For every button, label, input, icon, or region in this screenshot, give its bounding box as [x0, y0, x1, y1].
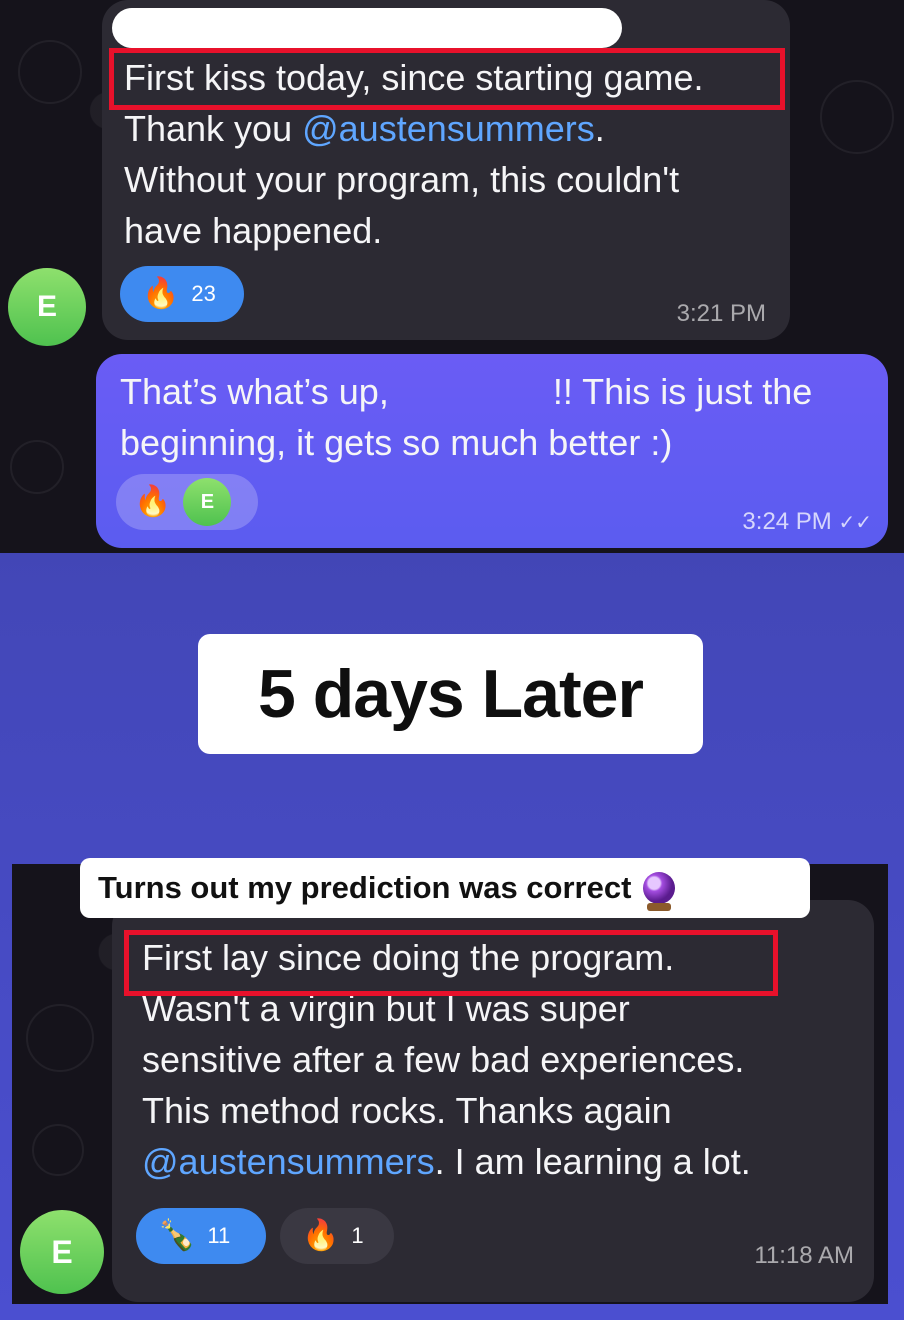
caption-text: Turns out my prediction was correct [98, 870, 632, 905]
caption-card: Turns out my prediction was correct [80, 858, 810, 918]
avatar-letter: E [200, 490, 215, 513]
sender-avatar[interactable]: E [20, 1210, 104, 1294]
message-text: That’s what’s up, !! This is just the beg… [120, 366, 812, 468]
reaction-count: 1 [351, 1223, 364, 1248]
read-check-icon: ✓✓ [838, 512, 872, 534]
time-divider-card: 5 days Later [198, 634, 703, 754]
mention-suffix: . [594, 108, 605, 149]
reactor-avatar: E [183, 478, 232, 526]
incoming-message-bubble[interactable]: First kiss today, since starting game. T… [102, 0, 790, 340]
message-time-text: 3:24 PM [742, 508, 832, 535]
sender-avatar[interactable]: E [8, 268, 86, 346]
message-time: 3:21 PM [676, 300, 766, 327]
reaction-count: 23 [191, 281, 216, 306]
reaction-fire[interactable]: 🔥 1 [280, 1208, 394, 1264]
message-line-1-start: That’s what’s up, [120, 371, 389, 412]
reaction-count: 11 [207, 1223, 231, 1248]
fire-icon: 🔥 [134, 485, 172, 518]
mention-link[interactable]: @austensummers [302, 108, 595, 149]
message-line-2: Thank you [124, 108, 303, 149]
background-doodle [820, 80, 894, 154]
avatar-letter: E [51, 1233, 73, 1270]
highlight-box [124, 930, 778, 996]
crystal-ball-icon [643, 872, 676, 911]
message-line-1-end: !! This is just the [552, 371, 813, 412]
highlight-box [109, 48, 785, 110]
outgoing-message-bubble[interactable]: That’s what’s up, !! This is just the beg… [96, 354, 888, 548]
redaction-bar [112, 8, 622, 48]
message-line-4: have happened. [124, 210, 383, 251]
message-time: 3:24 PM ✓✓ [742, 508, 872, 536]
chat-panel-bottom: First lay since doing the program. Wasn'… [12, 864, 888, 1304]
mention-link[interactable]: @austensummers [142, 1141, 435, 1182]
divider-text: 5 days Later [258, 656, 644, 732]
incoming-message-bubble[interactable]: First lay since doing the program. Wasn'… [112, 900, 874, 1302]
message-line-4: This method rocks. Thanks again [142, 1090, 672, 1131]
message-line-3: sensitive after a few bad experiences. [142, 1039, 745, 1080]
avatar-letter: E [36, 290, 57, 323]
message-line-2: beginning, it gets so much better :) [120, 422, 673, 463]
message-line-5-suffix: . I am learning a lot. [434, 1141, 751, 1182]
fire-icon: 🔥 [302, 1219, 340, 1252]
message-line-3: Without your program, this couldn't [124, 159, 680, 200]
background-doodle [10, 440, 64, 494]
background-doodle [32, 1124, 84, 1176]
champagne-icon: 🍾 [158, 1219, 196, 1252]
reaction-fire[interactable]: 🔥 23 [120, 266, 244, 322]
reaction-champagne[interactable]: 🍾 11 [136, 1208, 266, 1264]
reaction-fire-outgoing[interactable]: 🔥 E [116, 474, 258, 530]
background-doodle [18, 40, 82, 104]
message-time: 11:18 AM [754, 1242, 854, 1269]
background-doodle [26, 1004, 94, 1072]
fire-icon: 🔥 [142, 277, 180, 310]
chat-panel-top: First kiss today, since starting game. T… [0, 0, 904, 553]
